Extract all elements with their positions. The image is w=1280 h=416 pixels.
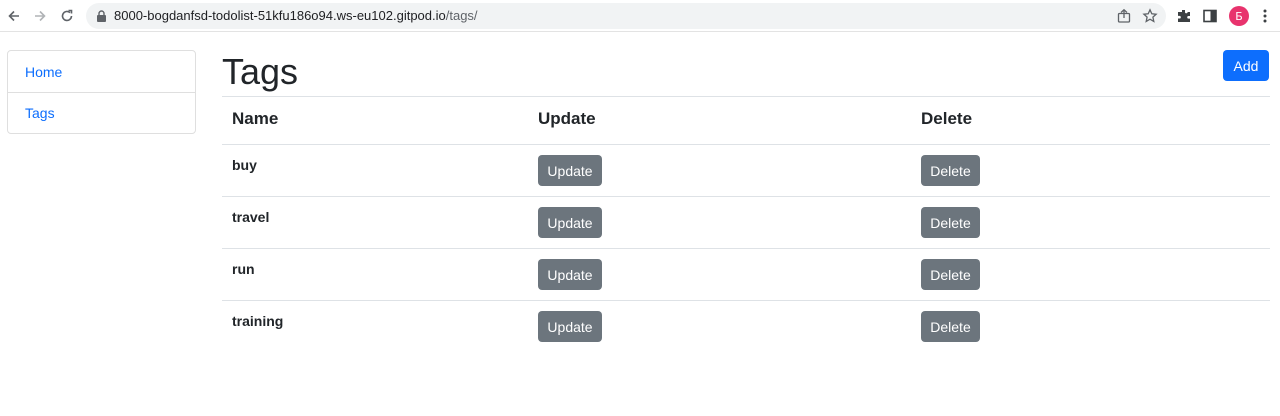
extensions-icon	[1178, 10, 1190, 22]
reload-button[interactable]	[55, 4, 79, 28]
forward-icon	[35, 10, 46, 22]
profile-avatar[interactable]: Б	[1229, 6, 1249, 26]
lock-icon	[97, 10, 106, 22]
table-header: Name Update Delete	[222, 97, 1270, 145]
column-header-delete: Delete	[921, 109, 973, 128]
delete-button[interactable]: Delete	[921, 311, 980, 342]
tag-name: training	[232, 313, 284, 329]
back-button[interactable]	[2, 4, 26, 28]
sidebar-item-home[interactable]: Home	[8, 51, 195, 92]
delete-button[interactable]: Delete	[921, 155, 980, 186]
table-row: buy Update Delete	[222, 145, 1270, 197]
tag-name: buy	[232, 157, 257, 173]
url-path: /tags/	[445, 8, 478, 23]
add-button[interactable]: Add	[1223, 50, 1269, 81]
tags-table: Name Update Delete buy Update Delete tra…	[222, 96, 1270, 353]
page-title: Tags	[222, 51, 299, 92]
more-button[interactable]	[1256, 7, 1274, 25]
tag-name: travel	[232, 209, 270, 225]
sidebar-nav: Home Tags	[7, 50, 196, 134]
update-button[interactable]: Update	[538, 207, 602, 238]
extensions-button[interactable]	[1175, 7, 1193, 25]
side-panel-icon	[1203, 9, 1217, 23]
delete-button[interactable]: Delete	[921, 259, 980, 290]
table-row: training Update Delete	[222, 301, 1270, 353]
delete-button[interactable]: Delete	[921, 207, 980, 238]
star-icon[interactable]	[1142, 8, 1158, 24]
browser-toolbar: 8000-bogdanfsd-todolist-51kfu186o94.ws-e…	[0, 0, 1280, 32]
url-text: 8000-bogdanfsd-todolist-51kfu186o94.ws-e…	[114, 8, 478, 23]
update-button[interactable]: Update	[538, 311, 602, 342]
column-header-update: Update	[538, 109, 596, 128]
more-icon	[1263, 9, 1267, 23]
sidebar-item-tags[interactable]: Tags	[8, 92, 195, 133]
table-row: run Update Delete	[222, 249, 1270, 301]
side-panel-button[interactable]	[1201, 7, 1219, 25]
reload-icon	[61, 9, 73, 22]
table-row: travel Update Delete	[222, 197, 1270, 249]
back-icon	[8, 10, 19, 22]
tag-name: run	[232, 261, 255, 277]
update-button[interactable]: Update	[538, 259, 602, 290]
update-button[interactable]: Update	[538, 155, 602, 186]
address-bar[interactable]: 8000-bogdanfsd-todolist-51kfu186o94.ws-e…	[86, 3, 1166, 29]
forward-button[interactable]	[28, 4, 52, 28]
column-header-name: Name	[232, 109, 279, 128]
share-icon[interactable]	[1116, 8, 1132, 24]
url-host: 8000-bogdanfsd-todolist-51kfu186o94.ws-e…	[114, 8, 446, 23]
